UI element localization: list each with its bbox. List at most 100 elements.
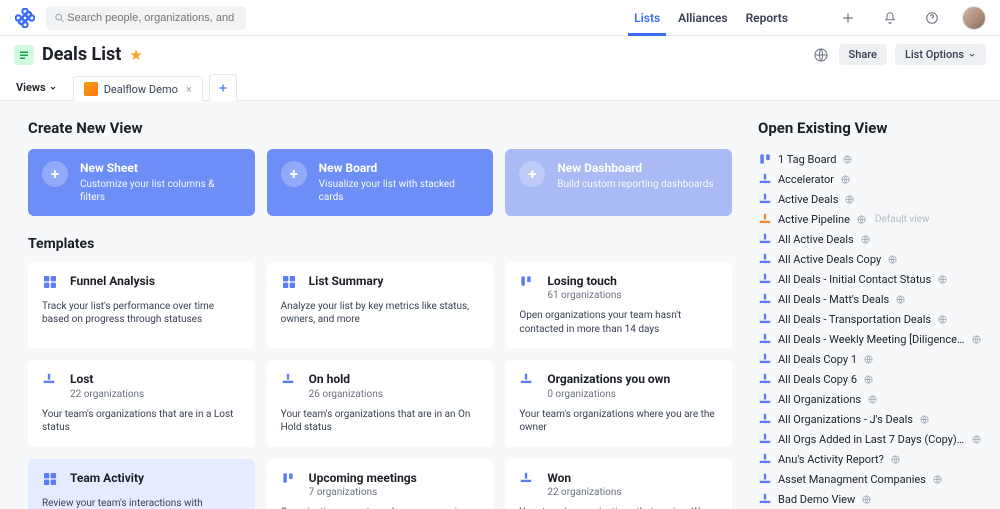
existing-view-item[interactable]: Active PipelineDefault view bbox=[758, 209, 982, 229]
globe-icon bbox=[919, 414, 930, 425]
existing-view-item[interactable]: All Deals - Matt's Deals bbox=[758, 289, 982, 309]
views-dropdown[interactable]: Views bbox=[10, 75, 63, 100]
nav-lists[interactable]: Lists bbox=[634, 1, 660, 35]
globe-icon bbox=[937, 314, 948, 325]
template-on-hold[interactable]: On hold26 organizationsYour team's organ… bbox=[267, 360, 494, 447]
default-view-label: Default view bbox=[875, 214, 930, 225]
search-icon bbox=[54, 12, 65, 24]
create-card-title: New Dashboard bbox=[557, 161, 713, 177]
view-tab-dealflow-demo[interactable]: Dealflow Demo × bbox=[73, 76, 203, 101]
existing-view-item[interactable]: Asset Managment Companies bbox=[758, 469, 982, 489]
template-upcoming-meetings[interactable]: Upcoming meetings7 organizationsOrganiza… bbox=[267, 459, 494, 509]
globe-icon bbox=[971, 334, 982, 345]
list-badge bbox=[14, 45, 34, 65]
template-won[interactable]: Won22 organizationsYour team's organizat… bbox=[505, 459, 732, 509]
create-card-title: New Board bbox=[319, 161, 480, 177]
view-label: All Deals Copy 1 bbox=[778, 353, 857, 366]
help-button[interactable] bbox=[920, 6, 944, 30]
global-search[interactable] bbox=[46, 6, 246, 30]
existing-view-item[interactable]: Bad Demo View bbox=[758, 489, 982, 509]
globe-icon bbox=[867, 394, 878, 405]
sheet-icon bbox=[758, 172, 772, 186]
visibility-button[interactable] bbox=[811, 45, 831, 65]
template-title: Funnel Analysis bbox=[70, 274, 155, 290]
existing-views-list: 1 Tag BoardAcceleratorActive DealsActive… bbox=[758, 149, 982, 509]
globe-icon bbox=[863, 354, 874, 365]
shared-indicator bbox=[840, 174, 851, 185]
globe-icon bbox=[863, 374, 874, 385]
existing-view-item[interactable]: All Deals Copy 6 bbox=[758, 369, 982, 389]
list-options-button[interactable]: List Options bbox=[895, 44, 986, 65]
existing-view-item[interactable]: Active Deals bbox=[758, 189, 982, 209]
shared-indicator bbox=[971, 434, 982, 445]
existing-view-item[interactable]: Anu's Activity Report? bbox=[758, 449, 982, 469]
globe-icon bbox=[937, 274, 948, 285]
view-label: All Deals Copy 6 bbox=[778, 373, 857, 386]
existing-view-item[interactable]: All Active Deals Copy bbox=[758, 249, 982, 269]
shared-indicator bbox=[887, 254, 898, 265]
existing-view-item[interactable]: All Organizations bbox=[758, 389, 982, 409]
help-icon bbox=[925, 11, 939, 25]
plus-icon bbox=[841, 11, 855, 25]
close-tab-button[interactable]: × bbox=[186, 83, 192, 96]
view-label: All Deals - Matt's Deals bbox=[778, 293, 889, 306]
favorite-star[interactable]: ★ bbox=[129, 46, 142, 64]
existing-view-item[interactable]: All Active Deals bbox=[758, 229, 982, 249]
header-actions: Share List Options bbox=[811, 44, 986, 65]
search-input[interactable] bbox=[65, 11, 238, 25]
template-title: Upcoming meetings bbox=[309, 471, 417, 487]
app-logo[interactable] bbox=[14, 7, 36, 29]
nav-alliances[interactable]: Alliances bbox=[678, 1, 727, 35]
template-icon bbox=[281, 471, 299, 489]
view-type-icon bbox=[758, 492, 772, 506]
main-panel: Create New View +New SheetCustomize your… bbox=[0, 101, 752, 509]
template-organizations-you-own[interactable]: Organizations you own0 organizationsYour… bbox=[505, 360, 732, 447]
shared-indicator bbox=[971, 334, 982, 345]
globe-icon bbox=[840, 174, 851, 185]
template-title: Organizations you own bbox=[547, 372, 670, 388]
shared-indicator bbox=[842, 154, 853, 165]
template-icon bbox=[42, 372, 60, 390]
template-title: Team Activity bbox=[70, 471, 144, 487]
existing-view-item[interactable]: All Deals Copy 1 bbox=[758, 349, 982, 369]
template-funnel-analysis[interactable]: Funnel AnalysisTrack your list's perform… bbox=[28, 262, 255, 349]
view-label: All Deals - Initial Contact Status bbox=[778, 273, 931, 286]
template-sub: 7 organizations bbox=[309, 487, 417, 498]
template-title: Losing touch bbox=[547, 274, 621, 290]
create-card-new-board[interactable]: +New BoardVisualize your list with stack… bbox=[267, 149, 494, 216]
template-desc: Review your team's interactions with org… bbox=[42, 497, 241, 509]
template-team-activity[interactable]: Team Activity Review your team's interact… bbox=[28, 459, 255, 509]
existing-view-item[interactable]: All Orgs Added in Last 7 Days (Copy)- R… bbox=[758, 429, 982, 449]
sheet-icon bbox=[758, 272, 772, 286]
create-card-new-dashboard: +New DashboardBuild custom reporting das… bbox=[505, 149, 732, 216]
template-losing-touch[interactable]: Losing touch61 organizationsOpen organiz… bbox=[505, 262, 732, 349]
add-view-tab-button[interactable] bbox=[209, 74, 237, 101]
existing-view-item[interactable]: All Deals - Weekly Meeting [Diligence + … bbox=[758, 329, 982, 349]
sheet-icon bbox=[519, 471, 533, 485]
existing-view-item[interactable]: All Deals - Initial Contact Status bbox=[758, 269, 982, 289]
template-list-summary[interactable]: List SummaryAnalyze your list by key met… bbox=[267, 262, 494, 349]
existing-view-item[interactable]: All Organizations - J's Deals bbox=[758, 409, 982, 429]
share-button[interactable]: Share bbox=[839, 44, 887, 65]
sheet-icon bbox=[758, 292, 772, 306]
notifications-button[interactable] bbox=[878, 6, 902, 30]
template-icon bbox=[42, 274, 60, 292]
sheet-icon bbox=[758, 392, 772, 406]
existing-view-item[interactable]: Accelerator bbox=[758, 169, 982, 189]
template-lost[interactable]: Lost22 organizationsYour team's organiza… bbox=[28, 360, 255, 447]
existing-view-item[interactable]: 1 Tag Board bbox=[758, 149, 982, 169]
grid-icon bbox=[42, 471, 58, 487]
sheet-icon bbox=[519, 372, 533, 386]
nav-reports[interactable]: Reports bbox=[746, 1, 788, 35]
board-icon bbox=[281, 471, 295, 485]
existing-view-item[interactable]: All Deals - Transportation Deals bbox=[758, 309, 982, 329]
create-card-sub: Visualize your list with stacked cards bbox=[319, 178, 480, 204]
add-button[interactable] bbox=[836, 6, 860, 30]
grid-icon bbox=[281, 274, 297, 290]
template-sub: 22 organizations bbox=[70, 389, 144, 400]
view-label: All Organizations - J's Deals bbox=[778, 413, 913, 426]
view-label: Asset Managment Companies bbox=[778, 473, 926, 486]
create-card-new-sheet[interactable]: +New SheetCustomize your list columns & … bbox=[28, 149, 255, 216]
user-avatar[interactable] bbox=[962, 6, 986, 30]
bell-icon bbox=[883, 11, 897, 25]
